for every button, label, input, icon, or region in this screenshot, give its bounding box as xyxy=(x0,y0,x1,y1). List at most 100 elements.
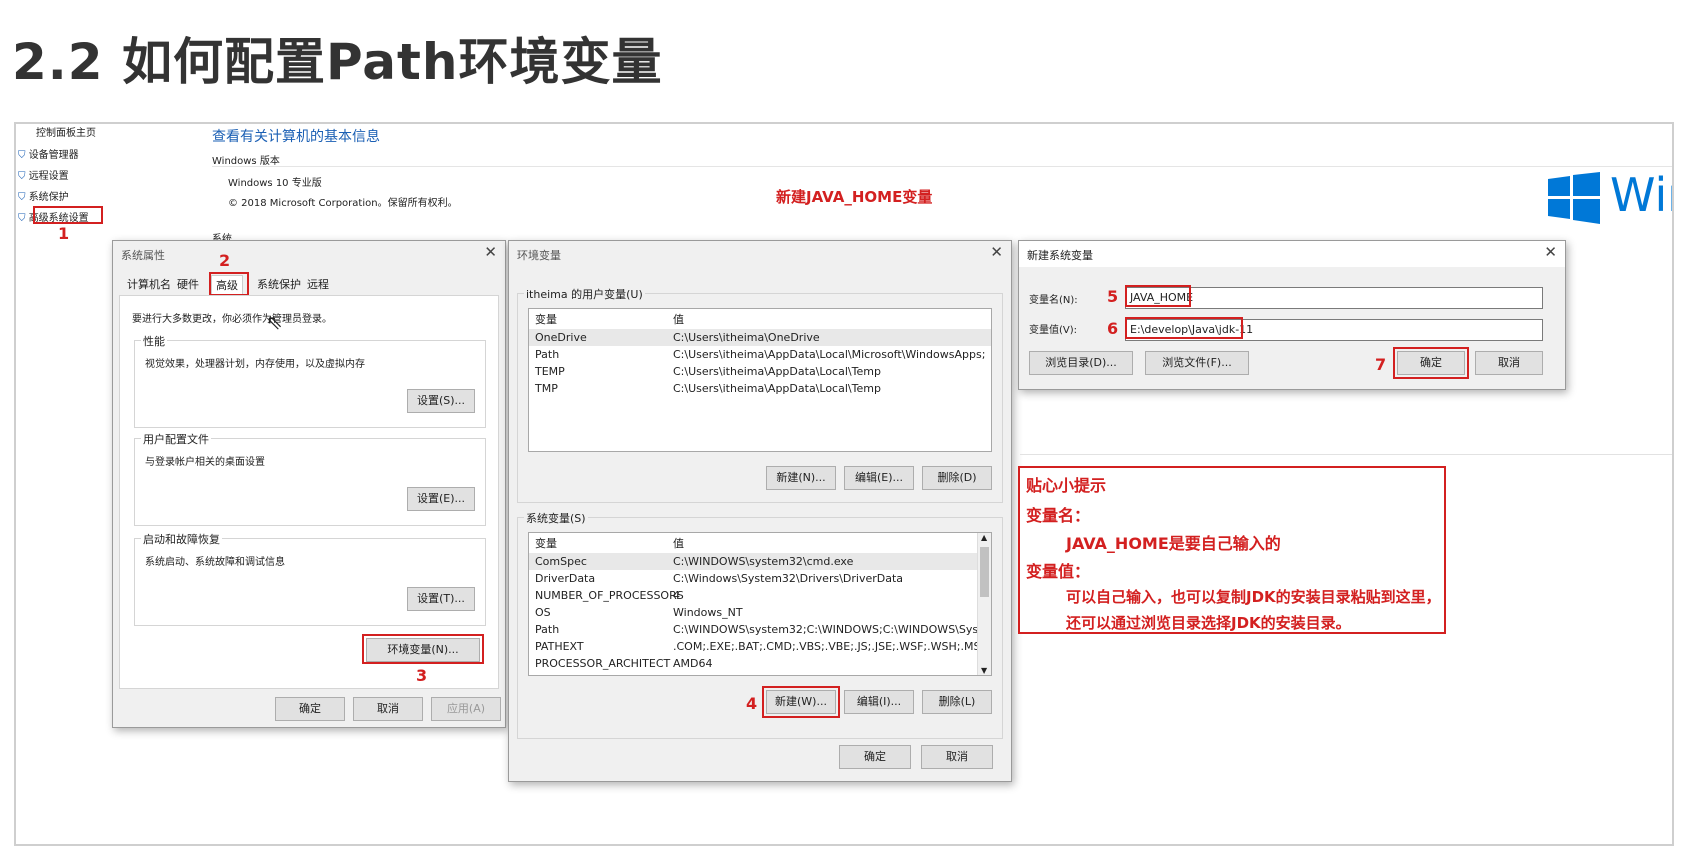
shield-icon: ⛉ xyxy=(18,213,26,224)
close-icon[interactable]: ✕ xyxy=(484,243,497,261)
group-title: itheima 的用户变量(U) xyxy=(524,286,645,302)
list-item[interactable]: Path C:\WINDOWS\system32;C:\WINDOWS;C:\W… xyxy=(535,621,991,638)
list-item[interactable]: DriverData C:\Windows\System32\Drivers\D… xyxy=(535,570,991,587)
step-marker-6: 6 xyxy=(1107,319,1119,338)
copyright: © 2018 Microsoft Corporation。保留所有权利。 xyxy=(228,198,458,209)
windows-logo-text: Win xyxy=(1610,168,1672,222)
list-item[interactable]: PROCESSOR_ARCHITECT AMD64 xyxy=(535,655,991,672)
user-edit-button[interactable]: 编辑(E)... xyxy=(844,466,914,490)
var-value-label: 变量值(V): xyxy=(1029,325,1078,336)
tab-panel: 要进行大多数更改，你必须作为管理员登录。 ⇖ 性能 视觉效果，处理器计划，内存使… xyxy=(119,295,499,689)
group-desc: 与登录帐户相关的桌面设置 xyxy=(145,457,265,468)
page-header: 查看有关计算机的基本信息 xyxy=(212,129,380,145)
system-delete-button[interactable]: 删除(L) xyxy=(922,690,992,714)
edition-label: Windows 版本 xyxy=(212,156,280,167)
ok-button[interactable]: 确定 xyxy=(839,745,911,769)
system-variables-list[interactable]: 变量 值 ComSpec C:\WINDOWS\system32\cmd.exe… xyxy=(528,532,992,676)
list-item[interactable]: Path C:\Users\itheima\AppData\Local\Micr… xyxy=(535,346,991,363)
dialog-title: 环境变量 xyxy=(517,249,561,262)
close-icon[interactable]: ✕ xyxy=(1544,243,1557,261)
shield-icon: ⛉ xyxy=(18,171,26,182)
tab-computer-name[interactable]: 计算机名 xyxy=(123,275,175,295)
annotation-new-java-home: 新建JAVA_HOME变量 xyxy=(776,188,933,206)
list-item[interactable]: TEMP C:\Users\itheima\AppData\Local\Temp xyxy=(535,363,991,380)
step-marker-2: 2 xyxy=(219,251,231,270)
environment-variables-dialog: 环境变量 ✕ itheima 的用户变量(U) 变量 值 OneDrive C:… xyxy=(508,240,1012,782)
tip-value-label: 变量值： xyxy=(1026,562,1091,581)
system-properties-dialog: 系统属性 ✕ 计算机名 硬件 高级 系统保护 远程 2 要进行大多数更改，你必须… xyxy=(112,240,506,728)
nav-item-remote[interactable]: ⛉ 远程设置 xyxy=(18,167,89,188)
step-marker-5: 5 xyxy=(1107,287,1119,306)
list-item[interactable]: NUMBER_OF_PROCESSORS 4 xyxy=(535,587,991,604)
step-marker-4: 4 xyxy=(746,694,758,713)
list-item[interactable]: OS Windows_NT xyxy=(535,604,991,621)
step-marker-1: 1 xyxy=(58,224,70,243)
scroll-up-icon[interactable]: ▲ xyxy=(981,533,987,542)
list-item[interactable]: PATHEXT .COM;.EXE;.BAT;.CMD;.VBS;.VBE;.J… xyxy=(535,638,991,655)
edition-value: Windows 10 专业版 xyxy=(228,178,322,189)
performance-group: 性能 视觉效果，处理器计划，内存使用，以及虚拟内存 设置(S)... xyxy=(134,333,486,428)
user-delete-button[interactable]: 删除(D) xyxy=(922,466,992,490)
control-panel-home-link[interactable]: 控制面板主页 xyxy=(36,124,96,139)
new-system-variable-dialog: 新建系统变量 ✕ 变量名(N): 5 JAVA_HOME 变量值(V): 6 E… xyxy=(1018,240,1566,390)
tab-system-protection[interactable]: 系统保护 xyxy=(253,275,305,295)
dialog-title: 新建系统变量 xyxy=(1027,249,1093,262)
close-icon[interactable]: ✕ xyxy=(990,243,1003,261)
list-header: 变量 值 xyxy=(535,537,684,550)
highlight-env-button xyxy=(362,634,484,664)
slide-title: 2.2 如何配置Path环境变量 xyxy=(12,33,663,91)
highlight-var-name xyxy=(1125,285,1191,307)
tip-value-text-1: 可以自己输入，也可以复制JDK的安装目录粘贴到这里， xyxy=(1066,588,1441,606)
group-title: 系统变量(S) xyxy=(524,510,588,526)
list-item[interactable]: OneDrive C:\Users\itheima\OneDrive xyxy=(529,329,991,346)
ok-button[interactable]: 确定 xyxy=(275,697,345,721)
group-title: 用户配置文件 xyxy=(141,431,211,447)
profile-settings-button[interactable]: 设置(E)... xyxy=(407,487,475,511)
list-item[interactable]: ComSpec C:\WINDOWS\system32\cmd.exe xyxy=(529,553,991,570)
user-variables-list[interactable]: 变量 值 OneDrive C:\Users\itheima\OneDrive … xyxy=(528,308,992,452)
browse-file-button[interactable]: 浏览文件(F)... xyxy=(1145,351,1249,375)
group-desc: 视觉效果，处理器计划，内存使用，以及虚拟内存 xyxy=(145,359,365,370)
screenshot-frame: 控制面板主页 ⛉ 设备管理器 ⛉ 远程设置 ⛉ 系统保护 ⛉ 高级系统设置 1 … xyxy=(14,122,1674,846)
cancel-button[interactable]: 取消 xyxy=(353,697,423,721)
tip-value-text-2: 还可以通过浏览目录选择JDK的安装目录。 xyxy=(1066,614,1351,632)
system-edit-button[interactable]: 编辑(I)... xyxy=(844,690,914,714)
dialog-body: 变量名(N): 5 JAVA_HOME 变量值(V): 6 E:\develop… xyxy=(1019,267,1565,389)
step-marker-3: 3 xyxy=(416,666,428,685)
highlight-var-value xyxy=(1125,317,1243,339)
tab-remote[interactable]: 远程 xyxy=(303,275,333,295)
step-marker-7: 7 xyxy=(1375,355,1387,374)
group-title: 性能 xyxy=(141,333,167,349)
tip-box: 贴心小提示 变量名： JAVA_HOME是要自己输入的 变量值： 可以自己输入，… xyxy=(1018,466,1446,634)
group-desc: 系统启动、系统故障和调试信息 xyxy=(145,557,285,568)
divider xyxy=(212,166,1672,167)
cancel-button[interactable]: 取消 xyxy=(1475,351,1543,375)
windows-logo-icon xyxy=(1548,172,1600,224)
cancel-button[interactable]: 取消 xyxy=(921,745,993,769)
var-name-label: 变量名(N): xyxy=(1029,295,1078,306)
browse-directory-button[interactable]: 浏览目录(D)... xyxy=(1029,351,1133,375)
nav-item-device-manager[interactable]: ⛉ 设备管理器 xyxy=(18,146,89,167)
user-new-button[interactable]: 新建(N)... xyxy=(766,466,836,490)
dialog-title: 系统属性 xyxy=(121,249,165,262)
scrollbar[interactable]: ▲ ▼ xyxy=(977,533,991,675)
scrollbar-thumb[interactable] xyxy=(980,547,989,597)
startup-settings-button[interactable]: 设置(T)... xyxy=(407,587,475,611)
list-item[interactable]: TMP C:\Users\itheima\AppData\Local\Temp xyxy=(535,380,991,397)
apply-button[interactable]: 应用(A) xyxy=(431,697,501,721)
highlight-advanced-settings xyxy=(33,206,103,224)
tip-name-label: 变量名： xyxy=(1026,506,1091,525)
shield-icon: ⛉ xyxy=(18,150,26,161)
tip-name-text: JAVA_HOME是要自己输入的 xyxy=(1066,534,1281,553)
tab-hardware[interactable]: 硬件 xyxy=(173,275,203,295)
system-variables-group: 系统变量(S) 变量 值 ComSpec C:\WINDOWS\system32… xyxy=(517,510,1003,739)
scroll-down-icon[interactable]: ▼ xyxy=(981,666,987,675)
user-variables-group: itheima 的用户变量(U) 变量 值 OneDrive C:\Users\… xyxy=(517,286,1003,503)
startup-recovery-group: 启动和故障恢复 系统启动、系统故障和调试信息 设置(T)... xyxy=(134,531,486,626)
performance-settings-button[interactable]: 设置(S)... xyxy=(407,389,475,413)
group-title: 启动和故障恢复 xyxy=(141,531,222,547)
highlight-advanced-tab xyxy=(209,272,249,296)
shield-icon: ⛉ xyxy=(18,192,26,203)
list-header: 变量 值 xyxy=(535,313,684,326)
mouse-pointer-icon: ⇖ xyxy=(266,310,283,334)
